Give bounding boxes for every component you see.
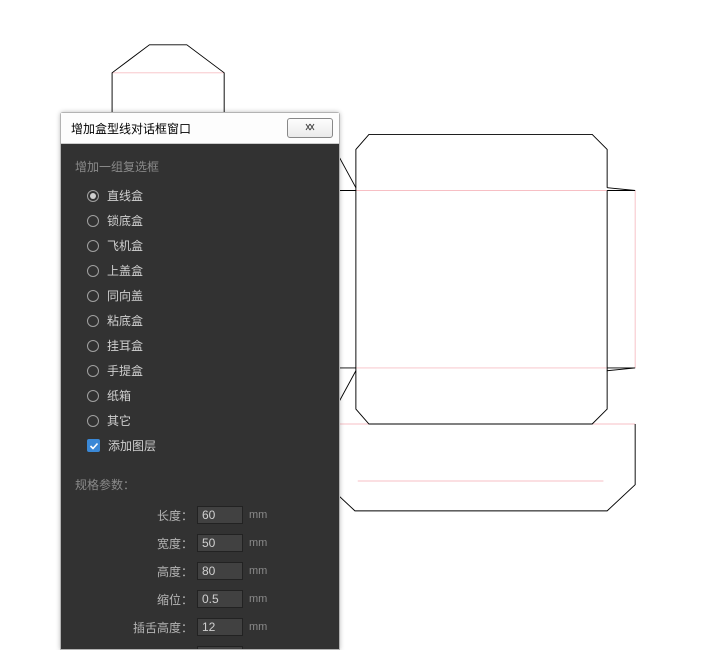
box-type-radio-1[interactable]: 锁底盒 [75, 208, 325, 233]
param-label: 长度： [75, 507, 197, 524]
param-input-2[interactable] [197, 562, 243, 580]
param-row-5: 粘口宽度：mm [75, 641, 325, 649]
param-unit: mm [249, 537, 267, 549]
close-button[interactable] [287, 118, 333, 138]
radio-label: 锁底盒 [107, 212, 143, 229]
radio-label: 直线盒 [107, 187, 143, 204]
dialog-body: 增加一组复选框 直线盒锁底盒飞机盒上盖盒同向盖粘底盒挂耳盒手提盒纸箱其它 添加图… [61, 144, 339, 649]
params-title: 规格参数： [75, 476, 325, 493]
box-type-radio-8[interactable]: 纸箱 [75, 383, 325, 408]
radio-label: 同向盖 [107, 287, 143, 304]
box-type-radio-group: 直线盒锁底盒飞机盒上盖盒同向盖粘底盒挂耳盒手提盒纸箱其它 [75, 183, 325, 433]
radio-icon [87, 365, 99, 377]
param-input-4[interactable] [197, 618, 243, 636]
param-label: 高度： [75, 563, 197, 580]
box-type-radio-2[interactable]: 飞机盒 [75, 233, 325, 258]
param-input-0[interactable] [197, 506, 243, 524]
param-row-2: 高度： mm [75, 557, 325, 585]
param-unit: mm [249, 565, 267, 577]
box-type-radio-0[interactable]: 直线盒 [75, 183, 325, 208]
param-input-5[interactable] [197, 646, 243, 649]
param-row-3: 缩位： mm [75, 585, 325, 613]
radio-icon [87, 215, 99, 227]
add-layer-checkbox-row[interactable]: 添加图层 [75, 433, 325, 458]
radio-icon [87, 390, 99, 402]
box-type-radio-4[interactable]: 同向盖 [75, 283, 325, 308]
radio-icon [87, 240, 99, 252]
radio-icon [87, 190, 99, 202]
radio-label: 飞机盒 [107, 237, 143, 254]
box-type-radio-5[interactable]: 粘底盒 [75, 308, 325, 333]
param-label: 宽度： [75, 535, 197, 552]
checkbox-icon [87, 439, 100, 452]
param-label: 插舌高度： [75, 619, 197, 636]
radio-label: 上盖盒 [107, 262, 143, 279]
radio-label: 其它 [107, 412, 131, 429]
param-input-1[interactable] [197, 534, 243, 552]
params-fields: 长度： mm 宽度： mm 高度： mm 缩位： mm 插舌高度： mm 粘口宽度：mm [75, 501, 325, 649]
box-type-radio-9[interactable]: 其它 [75, 408, 325, 433]
radio-icon [87, 415, 99, 427]
param-unit: mm [249, 509, 267, 521]
radio-label: 粘底盒 [107, 312, 143, 329]
radio-label: 手提盒 [107, 362, 143, 379]
add-box-dialog: 增加盒型线对话框窗口 增加一组复选框 直线盒锁底盒飞机盒上盖盒同向盖粘底盒挂耳盒… [60, 112, 340, 650]
param-label: 缩位： [75, 591, 197, 608]
add-layer-label: 添加图层 [108, 437, 156, 454]
param-unit: mm [249, 621, 267, 633]
param-unit: mm [249, 593, 267, 605]
dialog-title: 增加盒型线对话框窗口 [71, 120, 287, 137]
param-row-1: 宽度： mm [75, 529, 325, 557]
radio-icon [87, 315, 99, 327]
box-type-radio-3[interactable]: 上盖盒 [75, 258, 325, 283]
radio-icon [87, 265, 99, 277]
box-type-radio-7[interactable]: 手提盒 [75, 358, 325, 383]
radio-label: 挂耳盒 [107, 337, 143, 354]
param-label: 粘口宽度： [75, 647, 197, 650]
close-icon [302, 122, 318, 134]
radio-icon [87, 340, 99, 352]
radio-label: 纸箱 [107, 387, 131, 404]
param-row-0: 长度： mm [75, 501, 325, 529]
dialog-titlebar[interactable]: 增加盒型线对话框窗口 [61, 113, 339, 144]
box-type-radio-6[interactable]: 挂耳盒 [75, 333, 325, 358]
param-input-3[interactable] [197, 590, 243, 608]
param-row-4: 插舌高度： mm [75, 613, 325, 641]
radio-group-title: 增加一组复选框 [75, 158, 325, 175]
radio-icon [87, 290, 99, 302]
